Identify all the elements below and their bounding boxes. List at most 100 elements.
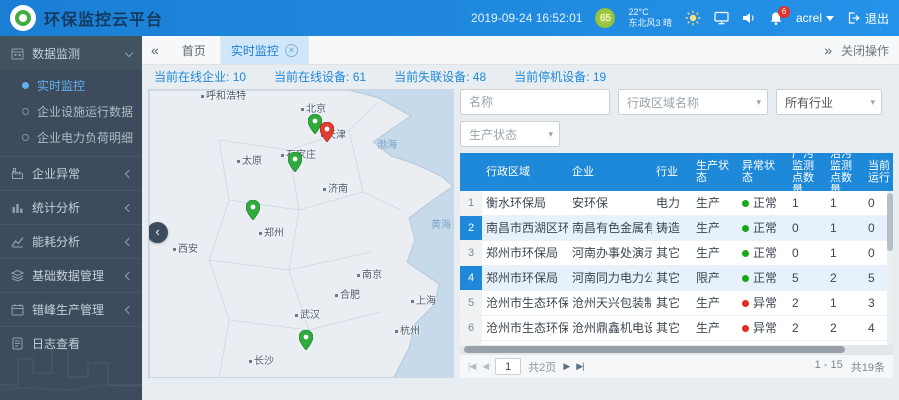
vertical-scrollbar-track[interactable] [887,191,893,345]
tab-home[interactable]: 首页 [168,36,221,64]
map-marker-red[interactable] [320,122,334,142]
sidebar-item-staggered-production[interactable]: 错峰生产管理 [0,292,142,326]
table-row[interactable]: 1 衡水环保局 安环保 电力 生产 正常 1 1 0 [460,191,893,216]
table-header: 行政区域 企业 行业 生产状态 异常状态 产污监测点数量 治污监测点数量 当前运… [460,153,893,191]
horizontal-scrollbar-thumb[interactable] [464,346,845,353]
chevron-left-icon [125,271,133,279]
tab-realtime-monitoring[interactable]: 实时监控 × [221,36,309,64]
pager-next-button[interactable]: ▶ [563,361,569,372]
stat-label: 当前失联设备: [394,70,469,84]
tab-close-icon[interactable]: × [285,44,298,57]
results-table: 行政区域 企业 行业 生产状态 异常状态 产污监测点数量 治污监测点数量 当前运… [460,153,893,378]
sidebar-item-label: 错峰生产管理 [32,301,126,318]
tabs-scroll-left-button[interactable]: « [142,42,168,58]
map-marker-green[interactable] [246,200,260,220]
weather-info: 22°C 东北风3 晴 [628,7,672,29]
cell-treatment-count: 1 [826,191,864,215]
user-menu[interactable]: acrel [796,11,834,25]
industry-select-value: 所有行业 [785,94,864,111]
sidebar-item-label: 数据监测 [32,45,126,62]
sidebar-item-label: 企业异常 [32,165,126,182]
stat-value: 10 [233,70,246,84]
speaker-icon[interactable] [742,11,756,25]
sun-icon [685,10,701,26]
status-dot-green [742,200,749,207]
cell-industry: 其它 [652,291,692,315]
cell-region: 郑州市环保局 [482,241,568,265]
vertical-scrollbar-thumb[interactable] [887,193,893,251]
name-input[interactable] [460,89,610,115]
page-input[interactable] [495,358,521,375]
pager-first-button[interactable]: |◀ [468,361,475,372]
production-status-select[interactable]: 生产状态 ▾ [460,121,560,147]
table-row[interactable]: 6 沧州市生态环保局 沧州鼎鑫机电设备 其它 生产 异常 2 2 4 [460,316,893,341]
sidebar-item-enterprise-abnormal[interactable]: 企业异常 [0,156,142,190]
calendar-grid-icon [10,46,24,60]
table-row[interactable]: 4 郑州市环保局 河南同力电力公司 其它 限产 正常 5 2 5 [460,266,893,291]
pager-last-button[interactable]: ▶| [576,361,583,372]
cell-company: 安环保 [568,191,652,215]
sidebar-item-realtime-monitoring[interactable]: 实时监控 [0,72,142,98]
cell-production: 生产 [692,316,738,340]
tabs-scroll-right-button[interactable]: » [815,42,841,58]
table-row[interactable]: 5 沧州市生态环保局 沧州天兴包装制品 其它 生产 异常 2 1 3 [460,291,893,316]
cell-status: 正常 [738,241,788,265]
map-marker-green[interactable] [299,330,313,350]
app-window: 环保监控云平台 2019-09-24 16:52:01 65 22°C 东北风3… [0,0,899,400]
cell-status: 正常 [738,216,788,240]
region-select-value: 行政区域名称 [627,94,750,111]
sidebar-item-basic-data[interactable]: 基础数据管理 [0,258,142,292]
chevron-left-icon [125,305,133,313]
stat-label: 当前在线企业: [154,70,229,84]
industry-select[interactable]: 所有行业 ▾ [776,89,882,115]
cell-industry: 电力 [652,191,692,215]
sidebar-item-label: 基础数据管理 [32,267,126,284]
table-row[interactable]: 2 南昌市西湖区环保局 南昌有色金属有限 铸造 生产 正常 0 1 0 [460,216,893,241]
tab-label: 首页 [182,42,206,59]
cell-region: 郑州市环保局 [482,266,568,290]
cell-company: 沧州天兴包装制品 [568,291,652,315]
close-operations-button[interactable]: 关闭操作 [841,42,899,59]
cell-status: 正常 [738,266,788,290]
row-index: 5 [460,291,482,315]
cell-region: 沧州市生态环保局 [482,316,568,340]
cell-treatment-count: 1 [826,291,864,315]
sidebar-item-power-load-detail[interactable]: 企业电力负荷明细 [0,124,142,150]
status-text: 正常 [753,247,777,259]
bell-icon[interactable]: 6 [769,11,783,26]
cell-treatment-count: 1 [826,241,864,265]
table-row[interactable]: 3 郑州市环保局 河南办事处演示 其它 生产 正常 0 1 0 [460,241,893,266]
map-marker-green[interactable] [288,152,302,172]
map-city-label: 西安 [173,240,198,255]
sidebar-item-facility-data[interactable]: 企业设施运行数据 [0,98,142,124]
total-pages-label: 共2页 [528,359,556,375]
status-text: 异常 [753,322,777,334]
sidebar-item-label: 能耗分析 [32,233,126,250]
map-city-label: 济南 [323,180,348,195]
pager-prev-button[interactable]: ◀ [482,361,488,372]
map-panel[interactable]: 呼和浩特 北京 天津 石家庄 太原 济南 西安 郑州 南京 合肥 上海 武汉 杭… [148,89,454,378]
cell-company: 南昌有色金属有限 [568,216,652,240]
col-header-pollution-points: 产污监测点数量 [788,153,826,191]
region-select[interactable]: 行政区域名称 ▾ [618,89,768,115]
cell-production: 生产 [692,291,738,315]
cell-industry: 其它 [652,316,692,340]
map-city-label: 太原 [237,152,262,167]
sidebar-item-energy-analysis[interactable]: 能耗分析 [0,224,142,258]
sidebar-item-statistics[interactable]: 统计分析 [0,190,142,224]
cell-company: 河南办事处演示 [568,241,652,265]
stat-value: 61 [353,70,366,84]
sidebar: 数据监测 实时监控 企业设施运行数据 企业电力负荷明细 [0,36,142,400]
row-index: 2 [460,216,482,240]
monitor-icon[interactable] [714,11,729,25]
sidebar-item-data-monitoring[interactable]: 数据监测 [0,36,142,70]
horizontal-scrollbar-track[interactable] [460,345,893,354]
pagination-bar: |◀ ◀ 共2页 ▶ ▶| 1 - 15 共19条 [460,354,893,378]
panel-collapse-button[interactable]: ‹ [148,222,168,243]
cell-pollution-count: 5 [788,266,826,290]
logout-button[interactable]: 退出 [847,10,889,27]
status-text: 正常 [753,197,777,209]
chevron-down-icon: ▾ [756,97,761,108]
map-city-label: 长沙 [249,352,274,367]
cell-company: 河南同力电力公司 [568,266,652,290]
